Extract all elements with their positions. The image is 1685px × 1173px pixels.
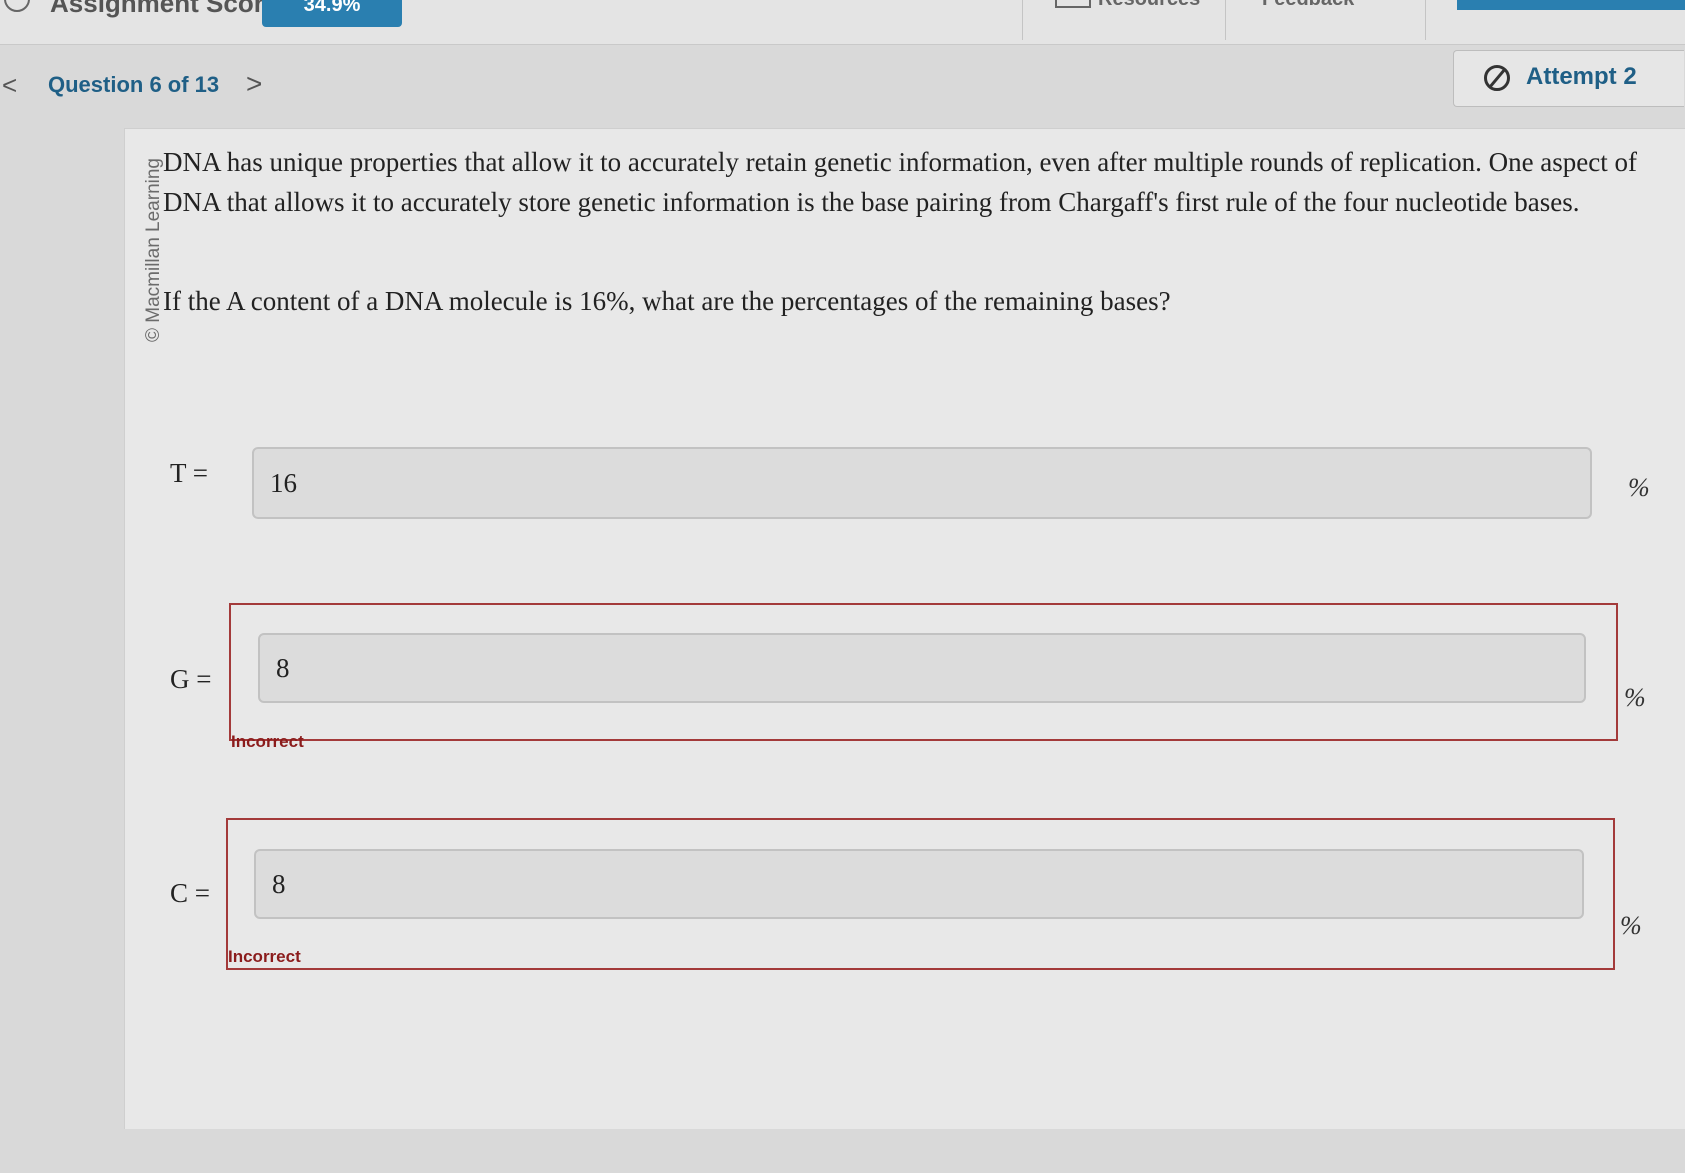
- c-incorrect-feedback: Incorrect: [228, 947, 301, 966]
- t-label: T =: [170, 458, 208, 488]
- copyright-notice: © Macmillan Learning: [143, 158, 164, 343]
- top-divider: [1225, 0, 1226, 40]
- g-percent-unit: %: [1624, 683, 1646, 712]
- attempt-button[interactable]: Attempt 2: [1453, 50, 1684, 107]
- question-counter[interactable]: Question 6 of 13: [48, 72, 219, 98]
- assignment-score-badge: 34.9%: [262, 0, 402, 27]
- top-divider: [1425, 0, 1426, 40]
- question-prompt: If the A content of a DNA molecule is 16…: [163, 286, 1171, 316]
- feedback-button[interactable]: Feedback: [1262, 0, 1354, 11]
- top-bar: Assignment Score: 34.9% Resources Feedba…: [0, 0, 1685, 45]
- c-answer-input[interactable]: [254, 849, 1584, 919]
- question-paragraph: DNA has unique properties that allow it …: [163, 147, 1638, 217]
- resources-button[interactable]: Resources: [1098, 0, 1200, 11]
- top-right-action-bar[interactable]: [1457, 0, 1685, 10]
- previous-question-button[interactable]: <: [2, 70, 17, 101]
- next-question-button[interactable]: >: [246, 68, 262, 100]
- g-incorrect-feedback: Incorrect: [231, 732, 304, 751]
- t-answer-input[interactable]: [252, 447, 1592, 519]
- top-divider: [1022, 0, 1023, 40]
- t-percent-unit: %: [1628, 473, 1650, 502]
- g-label: G =: [170, 664, 212, 694]
- score-circle-icon: [4, 0, 30, 12]
- g-answer-input[interactable]: [258, 633, 1586, 703]
- c-label: C =: [170, 878, 210, 908]
- attempt-label: Attempt 2: [1526, 63, 1637, 90]
- c-percent-unit: %: [1620, 911, 1642, 940]
- assignment-score-label: Assignment Score:: [50, 0, 287, 18]
- resources-icon: [1055, 0, 1091, 8]
- no-entry-icon: [1484, 65, 1510, 91]
